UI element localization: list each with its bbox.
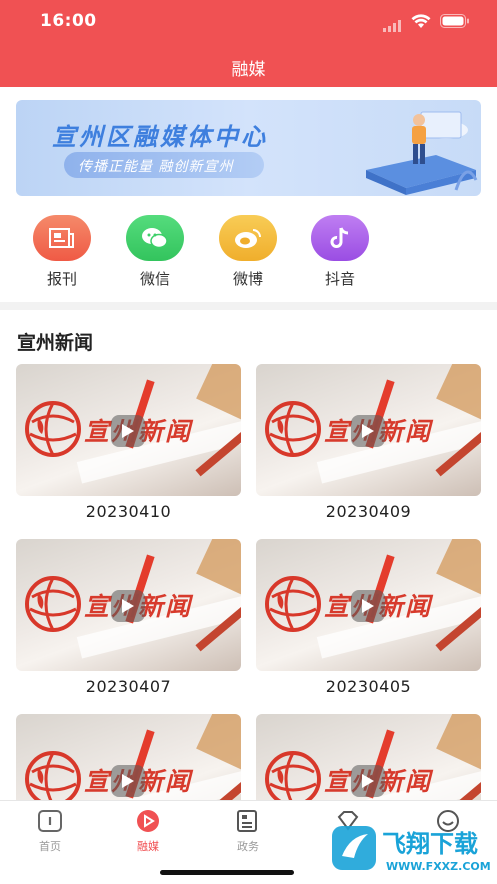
play-icon[interactable] [111,590,145,622]
quick-link-label: 微博 [232,270,263,288]
quick-link-wechat[interactable]: 微信 [120,215,190,289]
site-watermark: 飞翔下载 WWW.FXXZ.COM [330,812,491,880]
document-icon [237,810,257,832]
globe-logo-icon [265,576,321,632]
newspaper-icon [33,215,91,261]
quick-link-label: 报刊 [46,270,77,288]
quick-link-douyin[interactable]: 抖音 [305,215,375,289]
video-card[interactable]: 宣州新闻 20230407 [16,539,241,696]
promo-banner[interactable]: 宣州区融媒体中心 传播正能量 融创新宣州 [16,100,481,196]
tab-label: 融媒 [137,840,159,853]
douyin-icon [311,215,369,261]
play-icon[interactable] [111,415,145,447]
watermark-url: WWW.FXXZ.COM [386,860,490,873]
watermark-text: 飞翔下载 [382,830,478,858]
cellular-signal-icon [383,17,403,36]
battery-icon [440,13,470,33]
home-icon [38,810,62,832]
play-icon[interactable] [351,765,385,797]
page-title: 融媒 [231,60,266,80]
tab-government[interactable]: 政务 [218,809,278,854]
play-circle-icon [137,810,159,832]
video-date: 20230409 [325,502,412,521]
video-date: 20230407 [85,677,172,696]
wechat-icon [126,215,184,261]
globe-logo-icon [265,401,321,457]
play-icon[interactable] [111,765,145,797]
section-title: 宣州新闻 [17,332,94,354]
top-bar: 16:00 融媒 [0,0,497,87]
quick-link-newspaper[interactable]: 报刊 [27,215,97,289]
tab-label: 政务 [237,840,259,853]
tab-home[interactable]: 首页 [20,809,80,854]
video-date: 20230405 [325,677,412,696]
globe-logo-icon [25,401,81,457]
video-thumbnail[interactable]: 宣州新闻 [256,539,481,671]
play-icon[interactable] [351,590,385,622]
weibo-icon [219,215,277,261]
tab-media[interactable]: 融媒 [118,809,178,854]
globe-logo-icon [25,576,81,632]
video-date: 20230410 [85,502,172,521]
wifi-icon [411,13,431,33]
video-card[interactable]: 宣州新闻 20230405 [256,539,481,696]
status-time: 16:00 [40,11,97,31]
play-icon[interactable] [351,415,385,447]
video-card[interactable]: 宣州新闻 20230410 [16,364,241,521]
banner-illustration [366,111,478,195]
video-card[interactable]: 宣州新闻 20230409 [256,364,481,521]
tab-label: 首页 [39,840,61,853]
quick-link-weibo[interactable]: 微博 [213,215,283,289]
quick-link-label: 微信 [139,270,170,288]
status-bar: 16:00 [0,0,497,44]
video-thumbnail[interactable]: 宣州新闻 [256,364,481,496]
banner-title: 宣州区融媒体中心 [52,123,268,151]
quick-link-label: 抖音 [324,270,355,288]
banner-subtitle: 传播正能量 融创新宣州 [78,159,234,175]
home-indicator[interactable] [160,870,294,875]
video-thumbnail[interactable]: 宣州新闻 [16,364,241,496]
video-thumbnail[interactable]: 宣州新闻 [16,539,241,671]
section-divider [0,302,497,310]
